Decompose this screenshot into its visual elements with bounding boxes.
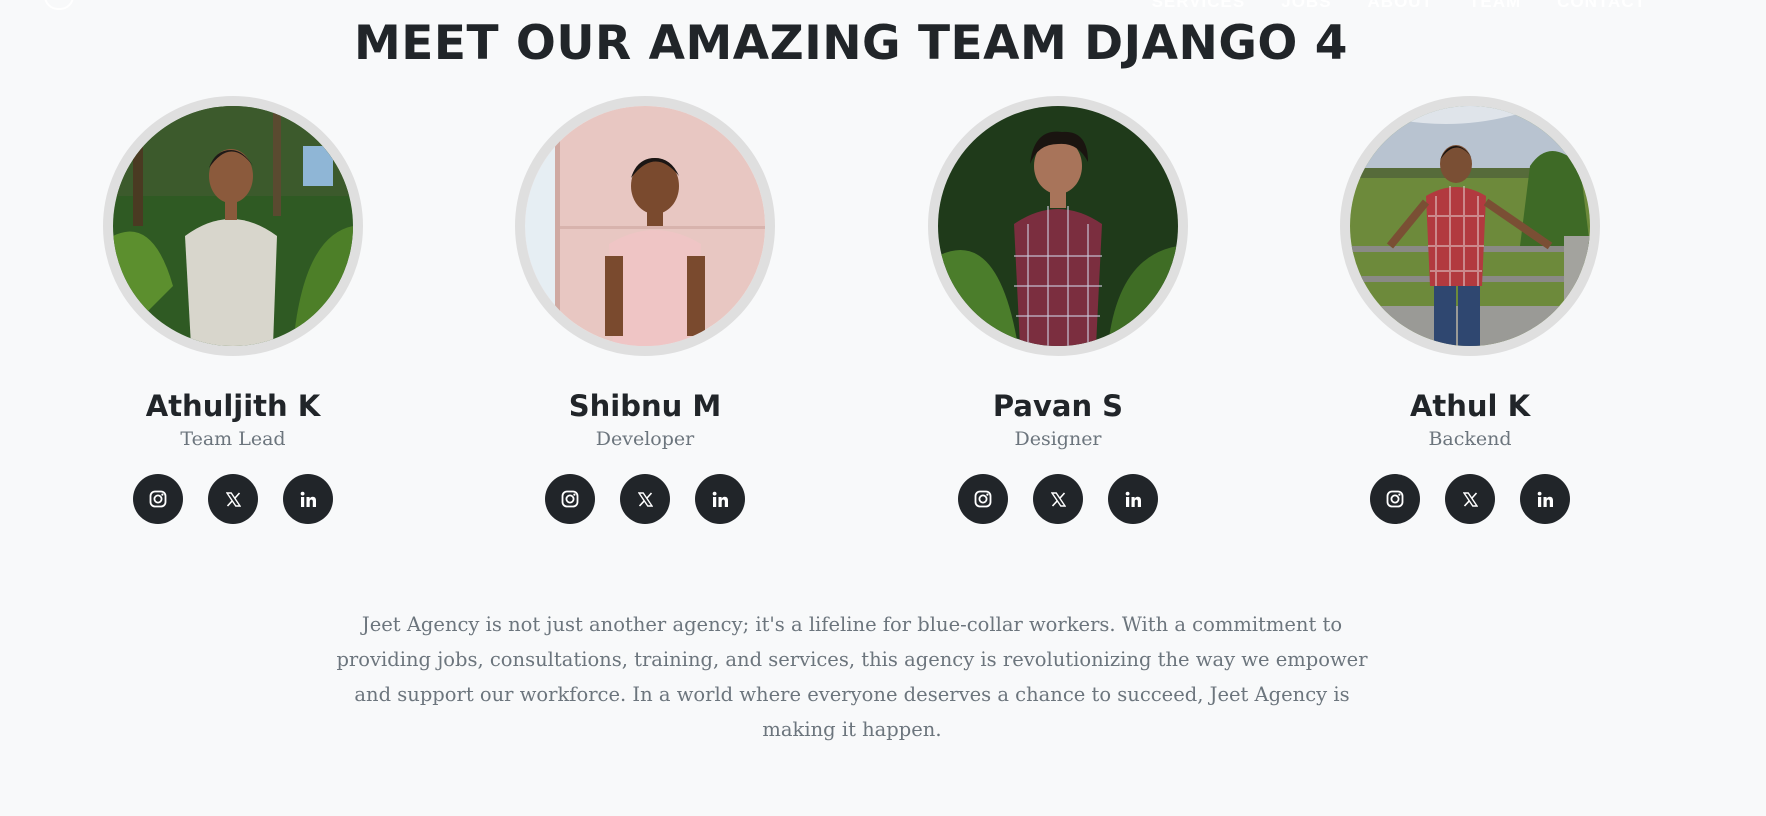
instagram-icon xyxy=(974,490,992,508)
member-photo xyxy=(515,96,775,356)
linkedin-button[interactable] xyxy=(1108,474,1158,524)
team-member-card: Shibnu M Developer xyxy=(495,96,795,524)
member-role: Team Lead xyxy=(180,428,286,450)
linkedin-icon xyxy=(1125,491,1141,507)
member-photo xyxy=(103,96,363,356)
linkedin-button[interactable] xyxy=(695,474,745,524)
instagram-button[interactable] xyxy=(545,474,595,524)
x-twitter-icon xyxy=(637,491,653,507)
nav-link-contact[interactable]: CONTACT xyxy=(1557,0,1646,12)
team-section-title: MEET OUR AMAZING TEAM DJANGO 4 xyxy=(354,16,1348,71)
instagram-icon xyxy=(149,490,167,508)
member-social-links xyxy=(83,474,383,524)
instagram-button[interactable] xyxy=(1370,474,1420,524)
nav-links: SERVICES JOBS ABOUT TEAM CONTACT xyxy=(1152,0,1646,12)
instagram-icon xyxy=(561,490,579,508)
member-role: Backend xyxy=(1428,428,1512,450)
member-name: Shibnu M xyxy=(568,389,722,423)
about-paragraph: Jeet Agency is not just another agency; … xyxy=(336,613,1368,741)
instagram-button[interactable] xyxy=(133,474,183,524)
member-name: Athul K xyxy=(1409,389,1531,423)
team-member-card: Athuljith K Team Lead xyxy=(83,96,383,524)
member-name: Pavan S xyxy=(992,389,1124,423)
x-twitter-icon xyxy=(225,491,241,507)
member-role: Designer xyxy=(1014,428,1102,450)
member-name: Athuljith K xyxy=(145,389,321,423)
x-twitter-button[interactable] xyxy=(1445,474,1495,524)
nav-link-team[interactable]: TEAM xyxy=(1469,0,1521,12)
nav-link-about[interactable]: ABOUT xyxy=(1368,0,1433,12)
member-social-links xyxy=(1320,474,1620,524)
x-twitter-icon xyxy=(1050,491,1066,507)
x-twitter-icon xyxy=(1462,491,1478,507)
x-twitter-button[interactable] xyxy=(620,474,670,524)
member-photo xyxy=(1340,96,1600,356)
linkedin-icon xyxy=(1537,491,1553,507)
brand-logo[interactable] xyxy=(44,0,74,10)
x-twitter-button[interactable] xyxy=(1033,474,1083,524)
linkedin-icon xyxy=(300,491,316,507)
team-member-card: Athul K Backend xyxy=(1320,96,1620,524)
linkedin-button[interactable] xyxy=(1520,474,1570,524)
top-navbar: SERVICES JOBS ABOUT TEAM CONTACT xyxy=(0,0,1766,14)
nav-link-services[interactable]: SERVICES xyxy=(1152,0,1246,12)
member-photo xyxy=(928,96,1188,356)
linkedin-button[interactable] xyxy=(283,474,333,524)
x-twitter-button[interactable] xyxy=(208,474,258,524)
instagram-icon xyxy=(1386,490,1404,508)
member-social-links xyxy=(908,474,1208,524)
nav-link-jobs[interactable]: JOBS xyxy=(1281,0,1331,12)
team-member-card: Pavan S Designer xyxy=(908,96,1208,524)
linkedin-icon xyxy=(712,491,728,507)
member-role: Developer xyxy=(595,428,695,450)
instagram-button[interactable] xyxy=(958,474,1008,524)
member-social-links xyxy=(495,474,795,524)
